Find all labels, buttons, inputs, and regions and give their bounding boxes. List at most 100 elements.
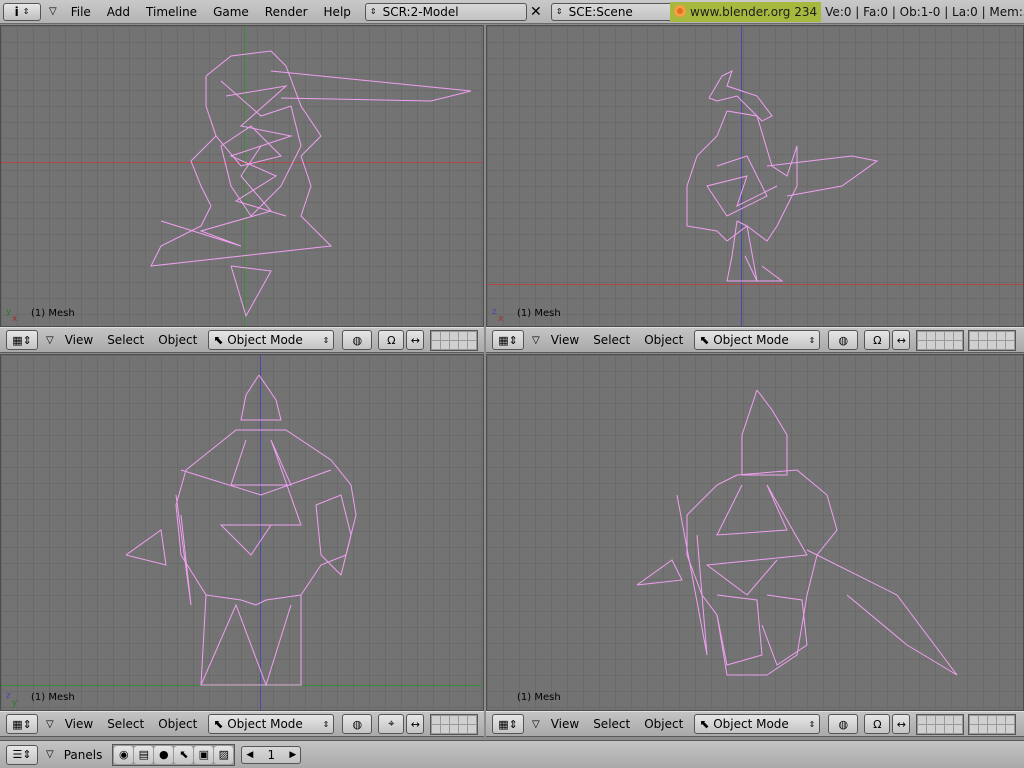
menu-view[interactable]: View — [544, 333, 586, 347]
layer-buttons[interactable] — [430, 329, 479, 351]
mode-selector[interactable]: ⬉ Object Mode ⇕ — [694, 330, 821, 350]
screen-selector[interactable]: ⇕ SCR:2-Model — [364, 2, 527, 21]
updown-icon: ⇕ — [555, 7, 563, 16]
magnet-icon: Ω — [387, 333, 396, 347]
viewport-header-3: ▦ ⇕ ▽ View Select Object ⬉ Object Mode ⇕ ◍… — [0, 711, 484, 737]
magnet-icon: Ω — [873, 333, 882, 347]
updown-icon: ⇕ — [369, 7, 377, 16]
window-type-button[interactable]: ▦ ⇕ — [6, 714, 38, 734]
editing-icon[interactable]: ▣ — [194, 745, 214, 764]
url-text: www.blender.org 234 — [690, 5, 818, 19]
layer-buttons[interactable] — [430, 713, 479, 735]
pivot-button[interactable]: ⌖ — [378, 714, 405, 734]
window-type-button[interactable]: ▦ ⇕ — [6, 330, 38, 350]
widget-icon: ↔ — [410, 333, 420, 347]
pivot-button[interactable]: Ω — [864, 330, 891, 350]
mode-selector[interactable]: ⬉ Object Mode ⇕ — [208, 714, 335, 734]
menu-game[interactable]: Game — [205, 5, 257, 19]
mesh-wireframe — [125, 374, 357, 687]
mode-label: Object Mode — [227, 333, 303, 347]
shading-icon[interactable]: ● — [154, 745, 174, 764]
pivot-button[interactable]: Ω — [378, 330, 405, 350]
viewport-bottom-left[interactable]: z y (1) Mesh — [0, 354, 484, 711]
menu-help[interactable]: Help — [316, 5, 359, 19]
draw-type-button[interactable]: ◍ — [828, 330, 859, 350]
transform-widget-button[interactable]: ↔ — [892, 330, 911, 350]
window-type-button[interactable]: ▦ ⇕ — [492, 330, 524, 350]
arrow-right-icon[interactable]: ▶ — [289, 750, 296, 760]
layer-buttons[interactable] — [916, 329, 965, 351]
draw-type-button[interactable]: ◍ — [828, 714, 859, 734]
viewport-top-left[interactable]: y x (1) Mesh — [0, 25, 484, 327]
collapse-menu-icon[interactable]: ▽ — [46, 719, 54, 730]
object-mode-icon: ⬉ — [213, 717, 224, 731]
arrow-left-icon[interactable]: ◀ — [246, 750, 253, 760]
viewport-label: (1) Mesh — [517, 692, 561, 703]
menu-select[interactable]: Select — [586, 333, 637, 347]
info-window-type-button[interactable]: i ⇕ — [3, 2, 41, 21]
menu-timeline[interactable]: Timeline — [138, 5, 205, 19]
pivot-button[interactable]: Ω — [864, 714, 891, 734]
draw-type-button[interactable]: ◍ — [342, 330, 373, 350]
viewport-label: (1) Mesh — [517, 308, 561, 319]
crosshair-icon: ⌖ — [388, 717, 395, 730]
transform-widget-button[interactable]: ↔ — [892, 714, 911, 734]
frame-number: 1 — [267, 747, 276, 762]
axis-gizmo-y: y — [12, 698, 18, 708]
menu-view[interactable]: View — [544, 717, 586, 731]
collapse-menu-icon[interactable]: ▽ — [49, 6, 57, 17]
mesh-wireframe — [150, 50, 472, 318]
info-icon: i — [14, 4, 19, 19]
menu-object[interactable]: Object — [151, 333, 204, 347]
viewport-bottom-right[interactable]: (1) Mesh — [486, 354, 1024, 711]
axis-gizmo-x: x — [498, 314, 504, 324]
viewport-label: (1) Mesh — [31, 308, 75, 319]
layer-buttons[interactable] — [916, 713, 965, 735]
viewport-top-right[interactable]: z x (1) Mesh — [486, 25, 1024, 327]
scene-icon[interactable]: ▨ — [214, 745, 234, 764]
menu-object[interactable]: Object — [637, 333, 690, 347]
widget-icon: ↔ — [410, 717, 420, 731]
draw-type-button[interactable]: ◍ — [342, 714, 373, 734]
logic-icon[interactable]: ◉ — [114, 745, 134, 764]
grid-icon: ▦ — [498, 333, 509, 347]
menu-object[interactable]: Object — [637, 717, 690, 731]
menu-view[interactable]: View — [58, 333, 100, 347]
menu-render[interactable]: Render — [257, 5, 316, 19]
collapse-menu-icon[interactable]: ▽ — [46, 749, 54, 760]
menu-view[interactable]: View — [58, 717, 100, 731]
wire-sphere-icon: ◍ — [352, 333, 363, 347]
menu-select[interactable]: Select — [100, 717, 151, 731]
mode-selector[interactable]: ⬉ Object Mode ⇕ — [208, 330, 335, 350]
transform-widget-button[interactable]: ↔ — [406, 714, 425, 734]
blender-logo-icon — [674, 5, 686, 17]
close-screen-icon[interactable]: ✕ — [527, 3, 545, 21]
context-buttons: ◉ ▤ ● ⬉ ▣ ▨ — [112, 743, 236, 766]
grid-icon: ▦ — [498, 717, 509, 731]
layer-buttons-2[interactable] — [968, 329, 1017, 351]
mode-label: Object Mode — [713, 333, 789, 347]
menu-select[interactable]: Select — [586, 717, 637, 731]
object-mode-icon: ⬉ — [213, 333, 224, 347]
axis-gizmo-y: y — [6, 307, 12, 317]
scene-stats: Ve:0 | Fa:0 | Ob:1-0 | La:0 | Mem:3.2 — [825, 5, 1024, 19]
window-type-button[interactable]: ☰ ⇕ — [6, 744, 38, 765]
mode-selector[interactable]: ⬉ Object Mode ⇕ — [694, 714, 821, 734]
transform-widget-button[interactable]: ↔ — [406, 330, 425, 350]
object-icon[interactable]: ⬉ — [174, 745, 194, 764]
menu-add[interactable]: Add — [99, 5, 138, 19]
menu-select[interactable]: Select — [100, 333, 151, 347]
script-icon[interactable]: ▤ — [134, 745, 154, 764]
viewport-header-1: ▦ ⇕ ▽ View Select Object ⬉ Object Mode ⇕ ◍… — [0, 327, 484, 353]
menu-object[interactable]: Object — [151, 717, 204, 731]
layer-buttons-2[interactable] — [968, 713, 1017, 735]
collapse-menu-icon[interactable]: ▽ — [46, 335, 54, 346]
menu-file[interactable]: File — [63, 5, 99, 19]
menu-panels[interactable]: Panels — [58, 748, 109, 762]
collapse-menu-icon[interactable]: ▽ — [532, 335, 540, 346]
frame-number-field[interactable]: ◀ 1 ▶ — [241, 745, 302, 764]
blender-url[interactable]: www.blender.org 234 — [670, 2, 822, 22]
window-type-button[interactable]: ▦ ⇕ — [492, 714, 524, 734]
object-mode-icon: ⬉ — [699, 333, 710, 347]
collapse-menu-icon[interactable]: ▽ — [532, 719, 540, 730]
